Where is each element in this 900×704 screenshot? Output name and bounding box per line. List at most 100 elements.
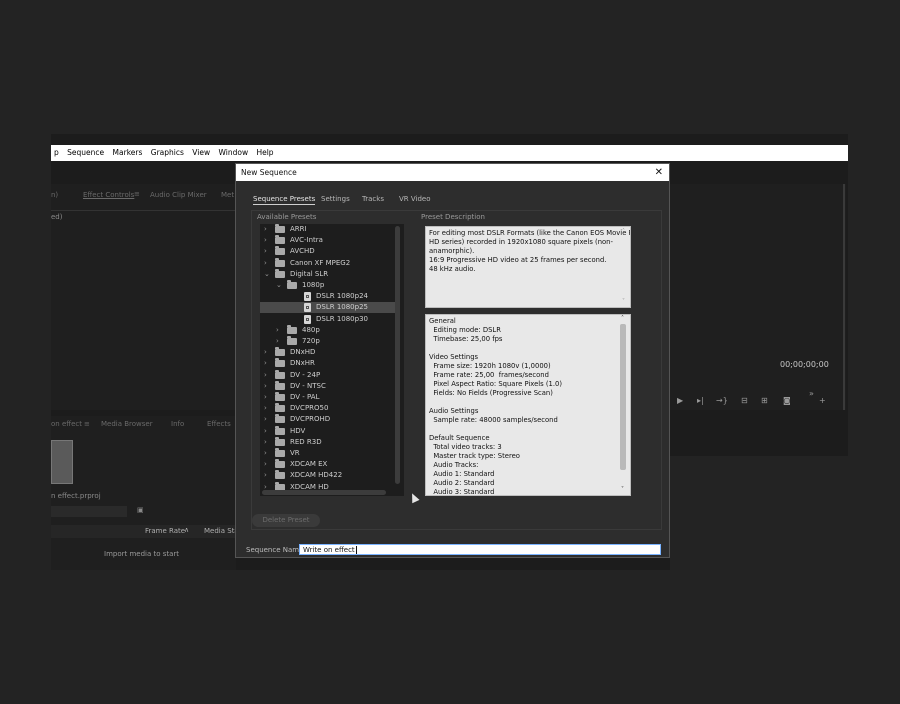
chevron-down-icon[interactable]: ⌄ [264,269,270,280]
preset-tree-row[interactable]: › DV - 24P [260,369,396,381]
preset-tree-row[interactable]: › ARRI [260,224,396,235]
chevron-right-icon[interactable]: › [264,426,267,437]
preset-tree-row[interactable]: › AVC-Intra [260,235,396,246]
tree-horizontal-scrollbar[interactable] [262,490,386,495]
preset-tree-row[interactable]: › XDCAM HD422 [260,470,396,481]
preset-tree-row[interactable]: DSLR 1080p25 [260,302,396,314]
add-button-icon[interactable]: + [819,396,826,405]
chevron-right-icon[interactable]: › [264,224,267,235]
scroll-down-icon[interactable]: ˅ [621,486,624,493]
menu-item-view[interactable]: View [189,145,213,161]
new-sequence-dialog: New Sequence ✕ Sequence Presets Settings… [235,163,670,558]
details-line: Audio Settings [429,407,479,415]
camera-icon[interactable]: ◙ [783,396,791,405]
preset-tree-row[interactable]: DSLR 1080p24 [260,291,396,302]
menu-item-file-partial[interactable]: p [51,145,62,161]
menu-item-graphics[interactable]: Graphics [148,145,187,161]
preset-tree-row[interactable]: › 720p [260,336,396,347]
preset-tree-row[interactable]: › 480p [260,324,396,336]
chevron-right-icon[interactable]: › [264,437,267,448]
presets-tree[interactable]: › ARRI › AVC-Intra › AVCHD › Canon XF MPEG2 ⌄ Dig… [260,224,404,496]
extract-icon[interactable]: ⊞ [761,396,768,405]
preset-tree-row[interactable]: › VR [260,448,396,459]
preset-tree-row[interactable]: › XDCAM EX [260,459,396,470]
play-icon[interactable]: ▶ [677,396,683,405]
chevron-right-icon[interactable]: › [264,246,267,257]
folder-icon [275,257,285,267]
chevron-right-icon[interactable]: › [264,414,267,425]
details-line: Timebase: 25,00 fps [429,335,503,343]
tab-project-partial[interactable]: on effect [51,420,82,428]
scroll-up-icon[interactable]: ˄ [622,228,625,235]
chevron-right-icon[interactable]: › [264,258,267,269]
program-monitor [670,184,846,410]
chevron-right-icon[interactable]: › [264,403,267,414]
sequence-name-input[interactable]: Write on effect [299,544,661,555]
preset-tree-row[interactable]: ⌄ 1080p [260,280,396,291]
preset-tree-label: XDCAM HD422 [290,471,343,480]
menu-icon[interactable]: ≡ [84,420,90,428]
more-icon[interactable]: » [809,389,814,398]
chevron-right-icon[interactable]: › [276,325,279,336]
close-icon[interactable]: ✕ [655,164,663,181]
chevron-right-icon[interactable]: › [264,459,267,470]
column-frame-rate[interactable]: Frame Rate [145,527,185,535]
tab-metadata-partial[interactable]: Met [221,191,234,199]
scroll-down-icon[interactable]: ˅ [622,298,625,305]
scroll-up-icon[interactable]: ˄ [621,315,624,322]
tab-media-browser[interactable]: Media Browser [101,420,153,428]
tab-settings[interactable]: Settings [321,195,350,203]
preset-tree-row[interactable]: DSLR 1080p30 [260,314,396,325]
menu-icon[interactable]: ≡ [134,190,140,198]
tab-vr-video[interactable]: VR Video [399,195,431,203]
sort-up-icon[interactable]: ∧ [184,526,189,534]
chevron-right-icon[interactable]: › [264,470,267,481]
chevron-right-icon[interactable]: › [264,370,267,381]
lift-icon[interactable]: ⊟ [741,396,748,405]
new-bin-icon[interactable]: ▣ [137,506,144,514]
chevron-right-icon[interactable]: › [264,358,267,369]
preset-tree-row[interactable]: › DVCPRO50 [260,403,396,414]
preset-tree-row[interactable]: › RED R3D [260,436,396,448]
chevron-right-icon[interactable]: › [264,235,267,246]
go-to-out-icon[interactable]: →} [716,396,728,405]
folder-icon [287,280,297,289]
tab-info[interactable]: Info [171,420,184,428]
folder-icon [275,358,285,368]
tab-sequence-presets[interactable]: Sequence Presets [253,195,316,205]
preset-tree-row[interactable]: › DNxHR [260,358,396,369]
menu-item-window[interactable]: Window [216,145,252,161]
preset-tree-row[interactable]: › DNxHD [260,347,396,358]
preset-tree-row[interactable]: › Canon XF MPEG2 [260,257,396,269]
menu-item-sequence[interactable]: Sequence [64,145,107,161]
chevron-right-icon[interactable]: › [264,347,267,358]
chevron-down-icon[interactable]: ⌄ [276,280,282,291]
project-thumbnail[interactable] [51,440,73,484]
tab-effects[interactable]: Effects [207,420,231,428]
preset-tree-row[interactable]: › DVCPROHD [260,414,396,425]
preset-tree-row[interactable]: › DV - NTSC [260,380,396,392]
source-panel [51,184,236,410]
menu-item-markers[interactable]: Markers [110,145,146,161]
preset-tree-row[interactable]: › DV - PAL [260,392,396,403]
preset-tree-label: DNxHR [290,359,315,368]
tab-tracks[interactable]: Tracks [362,195,384,203]
chevron-right-icon[interactable]: › [264,448,267,459]
chevron-right-icon[interactable]: › [264,381,267,392]
step-forward-icon[interactable]: ▸| [697,396,704,405]
tab-source-partial[interactable]: n) [51,191,58,199]
delete-preset-button[interactable]: Delete Preset [252,514,320,527]
preset-tree-row[interactable]: › AVCHD [260,246,396,257]
menu-item-help[interactable]: Help [253,145,276,161]
preset-tree-row[interactable]: › HDV [260,425,396,437]
chevron-right-icon[interactable]: › [276,336,279,347]
folder-icon [287,324,297,334]
tab-audio-clip-mixer[interactable]: Audio Clip Mixer [150,191,207,199]
details-scrollbar-thumb[interactable] [620,324,626,470]
tree-vertical-scrollbar[interactable] [395,226,400,484]
project-search-input[interactable] [51,506,127,517]
preset-tree-row[interactable]: ⌄ Digital SLR [260,268,396,280]
details-line: General [429,317,456,325]
chevron-right-icon[interactable]: › [264,392,267,403]
tab-effect-controls[interactable]: Effect Controls [83,191,134,199]
